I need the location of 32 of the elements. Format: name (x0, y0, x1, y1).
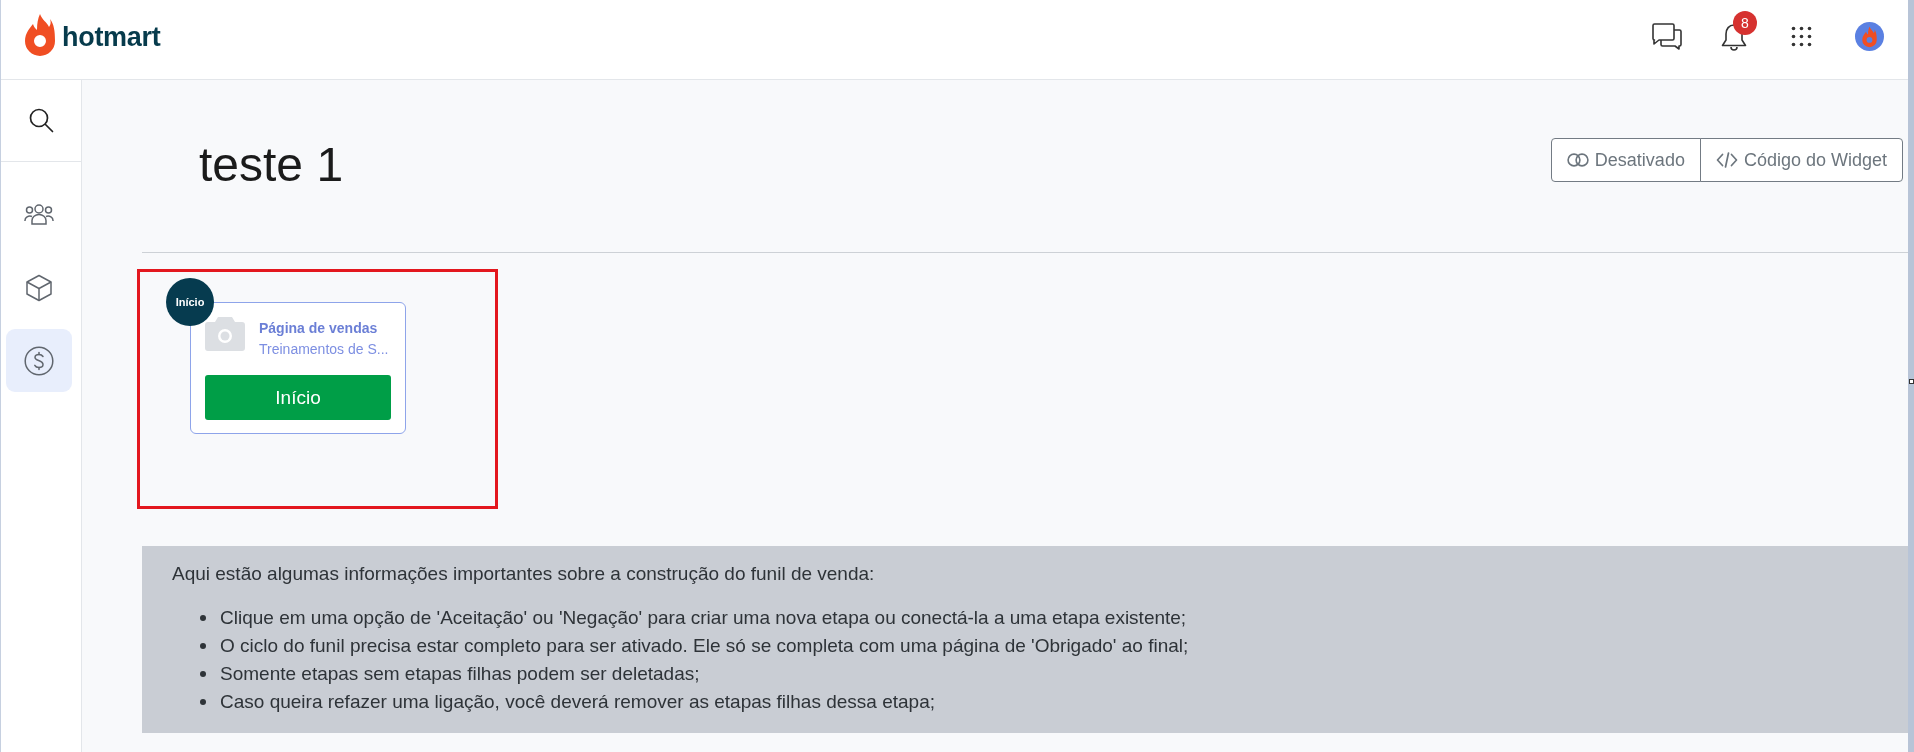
step-title: Página de vendas (259, 319, 379, 337)
flame-logo-icon[interactable] (25, 13, 55, 56)
step-subtitle: Treinamentos de S... (259, 340, 389, 358)
start-button[interactable]: Início (205, 375, 391, 420)
bullet-icon (200, 615, 206, 621)
code-icon (1715, 152, 1738, 168)
bullet-icon (200, 671, 206, 677)
bullet-icon (200, 699, 206, 705)
logo-text[interactable]: hotmart (62, 20, 161, 53)
bullet-icon (200, 643, 206, 649)
start-badge: Início (166, 278, 214, 326)
widget-code-button[interactable]: Código do Widget (1699, 138, 1903, 182)
cube-icon (25, 273, 53, 302)
info-item: Somente etapas sem etapas filhas podem ser deletadas; (220, 662, 700, 686)
toggle-icon (1566, 153, 1589, 167)
scrollbar[interactable] (1908, 0, 1914, 752)
info-item: O ciclo do funil precisa estar completo para ser ativado. Ele só se completa com uma página de 'Obrigado' ao final; (220, 634, 1189, 658)
dollar-icon (24, 345, 54, 376)
avatar-icon[interactable] (1855, 22, 1884, 51)
search-button[interactable] (28, 108, 54, 133)
info-intro: Aqui estão algumas informações importantes sobre a construção do funil de venda: (172, 562, 875, 586)
dots-grid-icon[interactable] (1791, 26, 1812, 47)
sidebar-item[interactable] (6, 329, 72, 392)
info-item: Caso queira refazer uma ligação, você deverá remover as etapas filhas dessa etapa; (220, 690, 935, 714)
people-icon (24, 204, 54, 225)
search-icon (28, 108, 54, 133)
notification-badge: 8 (1733, 10, 1757, 35)
camera-icon (205, 317, 245, 351)
status-toggle-button[interactable]: Desativado (1550, 138, 1701, 182)
info-item: Clique em uma opção de 'Aceitação' ou 'Negação' para criar uma nova etapa ou conectá-la a uma etapa existente; (220, 606, 1187, 630)
chat-icon[interactable] (1652, 23, 1682, 50)
page-title: teste 1 (199, 141, 344, 189)
